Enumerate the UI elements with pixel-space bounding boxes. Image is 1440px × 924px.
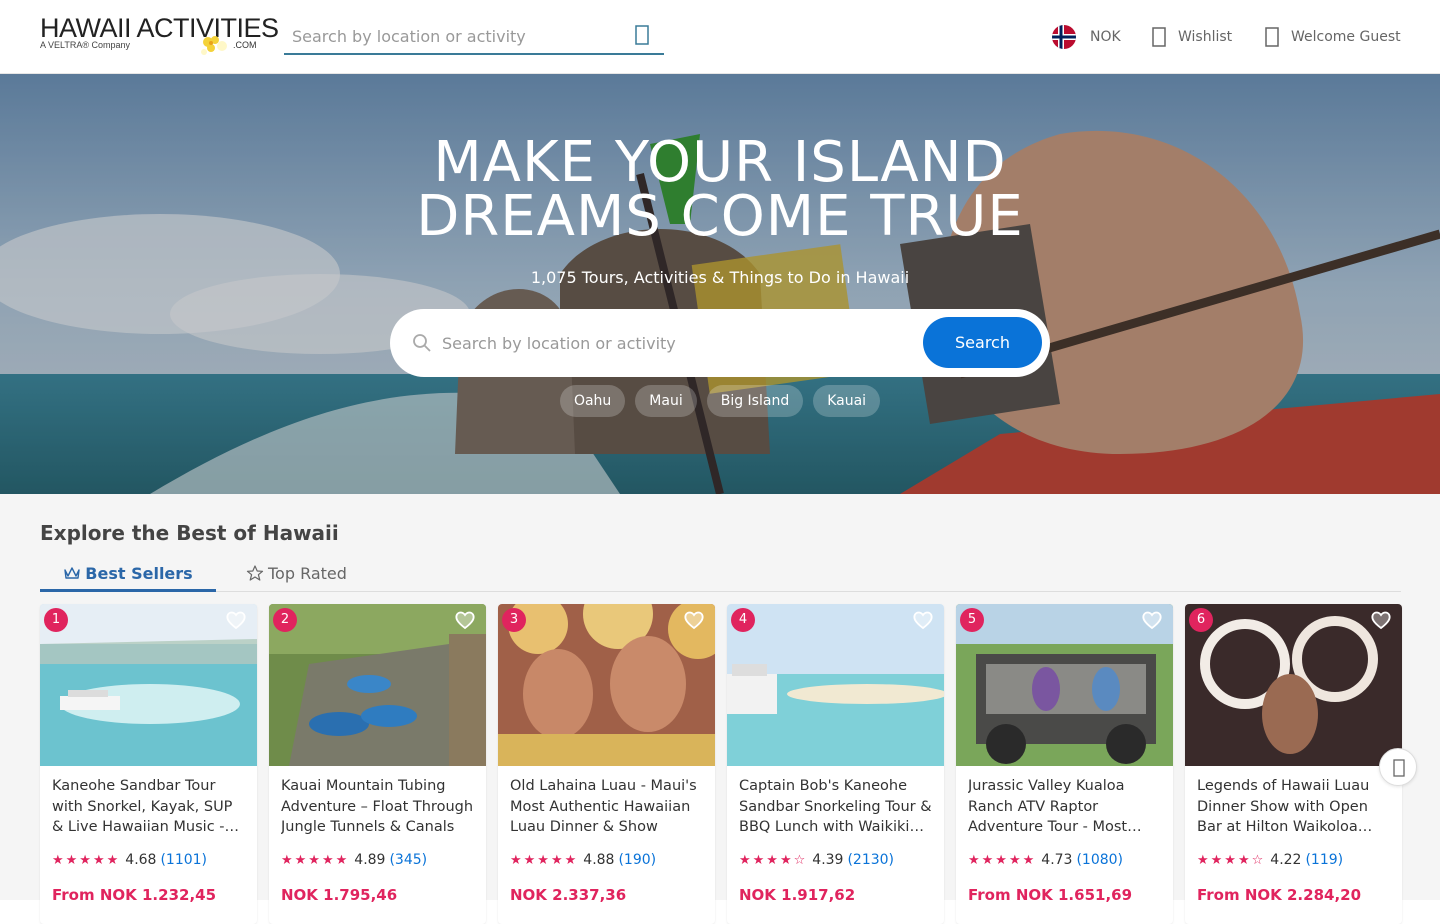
review-count[interactable]: (190) [618,852,656,868]
rank-badge: 3 [502,608,526,632]
activity-card[interactable]: 3 Old Lahaina Luau - Maui's Most Authent… [498,604,715,924]
chip-big-island[interactable]: Big Island [706,385,804,417]
hero-search-input[interactable] [442,331,902,355]
logo-subtext: A VELTRA® Company [40,40,130,50]
rank-badge: 2 [273,608,297,632]
rating-stars: ★★★★★ [52,852,121,868]
rating-stars: ★★★★☆ [1197,852,1266,868]
rating-stars: ★★★★☆ [739,852,808,868]
activity-card[interactable]: 1 Kaneohe Sandbar Tour with Snorkel, Kay… [40,604,257,924]
chip-maui[interactable]: Maui [635,385,697,417]
user-icon [1265,27,1279,47]
card-price: From NOK 2.284,20 [1197,886,1362,904]
site-logo[interactable]: HAWAII ACTIVITIES A VELTRA® Company .COM [40,14,279,60]
heart-icon[interactable] [683,610,705,630]
card-rating: ★★★★★ 4.88 (190) [510,852,656,868]
activity-card[interactable]: 5 Jurassic Valley Kualoa Ranch ATV Rapto… [956,604,1173,924]
tab-best-sellers-label: Best Sellers [85,564,193,583]
rank-badge: 5 [960,608,984,632]
card-price: From NOK 1.232,45 [52,886,217,904]
tab-top-rated-label: Top Rated [268,564,347,583]
rank-badge: 1 [44,608,68,632]
card-title[interactable]: Old Lahaina Luau - Maui's Most Authentic… [510,776,706,840]
account-label: Welcome Guest [1291,29,1401,45]
header-search-input[interactable] [292,24,612,48]
heart-icon [1152,27,1166,47]
plumeria-icon [201,36,227,55]
card-title[interactable]: Kaneohe Sandbar Tour with Snorkel, Kayak… [52,776,248,840]
card-price: NOK 1.917,62 [739,886,856,904]
currency-label: NOK [1090,29,1121,45]
activity-card[interactable]: 4 Captain Bob's Kaneohe Sandbar Snorkeli… [727,604,944,924]
card-price: NOK 2.337,36 [510,886,627,904]
wishlist-label: Wishlist [1178,29,1233,45]
search-icon[interactable] [634,24,650,46]
review-count[interactable]: (1101) [160,852,207,868]
hero-search-bar: Search [390,309,1050,377]
rank-badge: 4 [731,608,755,632]
crown-icon [64,567,80,579]
explore-section: Explore the Best of Hawaii Best Sellers … [0,494,1440,924]
card-title[interactable]: Jurassic Valley Kualoa Ranch ATV Raptor … [968,776,1164,840]
hero-subtitle: 1,075 Tours, Activities & Things to Do i… [530,268,910,287]
currency-selector[interactable]: NOK [1052,0,1121,74]
header-search [284,18,664,55]
hero-search-button[interactable]: Search [923,317,1042,368]
card-rating: ★★★★★ 4.73 (1080) [968,852,1123,868]
search-icon [413,334,431,352]
card-rating: ★★★★★ 4.68 (1101) [52,852,207,868]
site-header: HAWAII ACTIVITIES A VELTRA® Company .COM… [0,0,1440,74]
rank-badge: 6 [1189,608,1213,632]
heart-icon[interactable] [1141,610,1163,630]
norway-flag-icon [1052,25,1076,49]
card-title[interactable]: Captain Bob's Kaneohe Sandbar Snorkeling… [739,776,935,840]
star-icon [246,565,264,581]
tab-top-rated[interactable]: Top Rated [246,564,366,592]
hero-title: MAKE YOUR ISLAND DREAMS COME TRUE [0,130,1440,249]
wishlist-link[interactable]: Wishlist [1152,0,1232,74]
card-price: From NOK 1.651,69 [968,886,1133,904]
island-chips: Oahu Maui Big Island Kauai [0,385,1440,417]
rating-value: 4.89 [354,852,386,868]
rating-value: 4.22 [1270,852,1302,868]
rating-value: 4.68 [125,852,157,868]
logo-com-text: .COM [233,40,257,50]
heart-icon[interactable] [454,610,476,630]
rating-value: 4.39 [812,852,844,868]
chip-oahu[interactable]: Oahu [559,385,626,417]
card-title[interactable]: Legends of Hawaii Luau Dinner Show with … [1197,776,1393,840]
activity-card[interactable]: 6 Legends of Hawaii Luau Dinner Show wit… [1185,604,1402,924]
card-rating: ★★★★★ 4.89 (345) [281,852,427,868]
hero-title-line2: DREAMS COME TRUE [416,184,1024,249]
review-count[interactable]: (2130) [847,852,894,868]
rating-stars: ★★★★★ [968,852,1037,868]
card-rating: ★★★★☆ 4.39 (2130) [739,852,894,868]
card-price: NOK 1.795,46 [281,886,398,904]
tab-best-sellers[interactable]: Best Sellers [40,564,216,592]
hero-banner: MAKE YOUR ISLAND DREAMS COME TRUE 1,075 … [0,74,1440,494]
account-link[interactable]: Welcome Guest [1265,0,1401,74]
rating-value: 4.73 [1041,852,1073,868]
card-rating: ★★★★☆ 4.22 (119) [1197,852,1343,868]
chevron-right-icon [1393,759,1405,777]
card-title[interactable]: Kauai Mountain Tubing Adventure – Float … [281,776,477,840]
chip-kauai[interactable]: Kauai [813,385,881,417]
review-count[interactable]: (1080) [1076,852,1123,868]
rating-value: 4.88 [583,852,615,868]
rating-stars: ★★★★★ [510,852,579,868]
review-count[interactable]: (345) [389,852,427,868]
activity-card[interactable]: 2 Kauai Mountain Tubing Adventure – Floa… [269,604,486,924]
explore-tabs: Best Sellers Top Rated [40,560,1401,592]
rating-stars: ★★★★★ [281,852,350,868]
heart-icon[interactable] [912,610,934,630]
review-count[interactable]: (119) [1305,852,1343,868]
carousel-next-button[interactable] [1379,748,1417,786]
heart-icon[interactable] [225,610,247,630]
heart-icon[interactable] [1370,610,1392,630]
explore-title: Explore the Best of Hawaii [40,521,339,545]
hero-title-line1: MAKE YOUR ISLAND [433,130,1007,195]
